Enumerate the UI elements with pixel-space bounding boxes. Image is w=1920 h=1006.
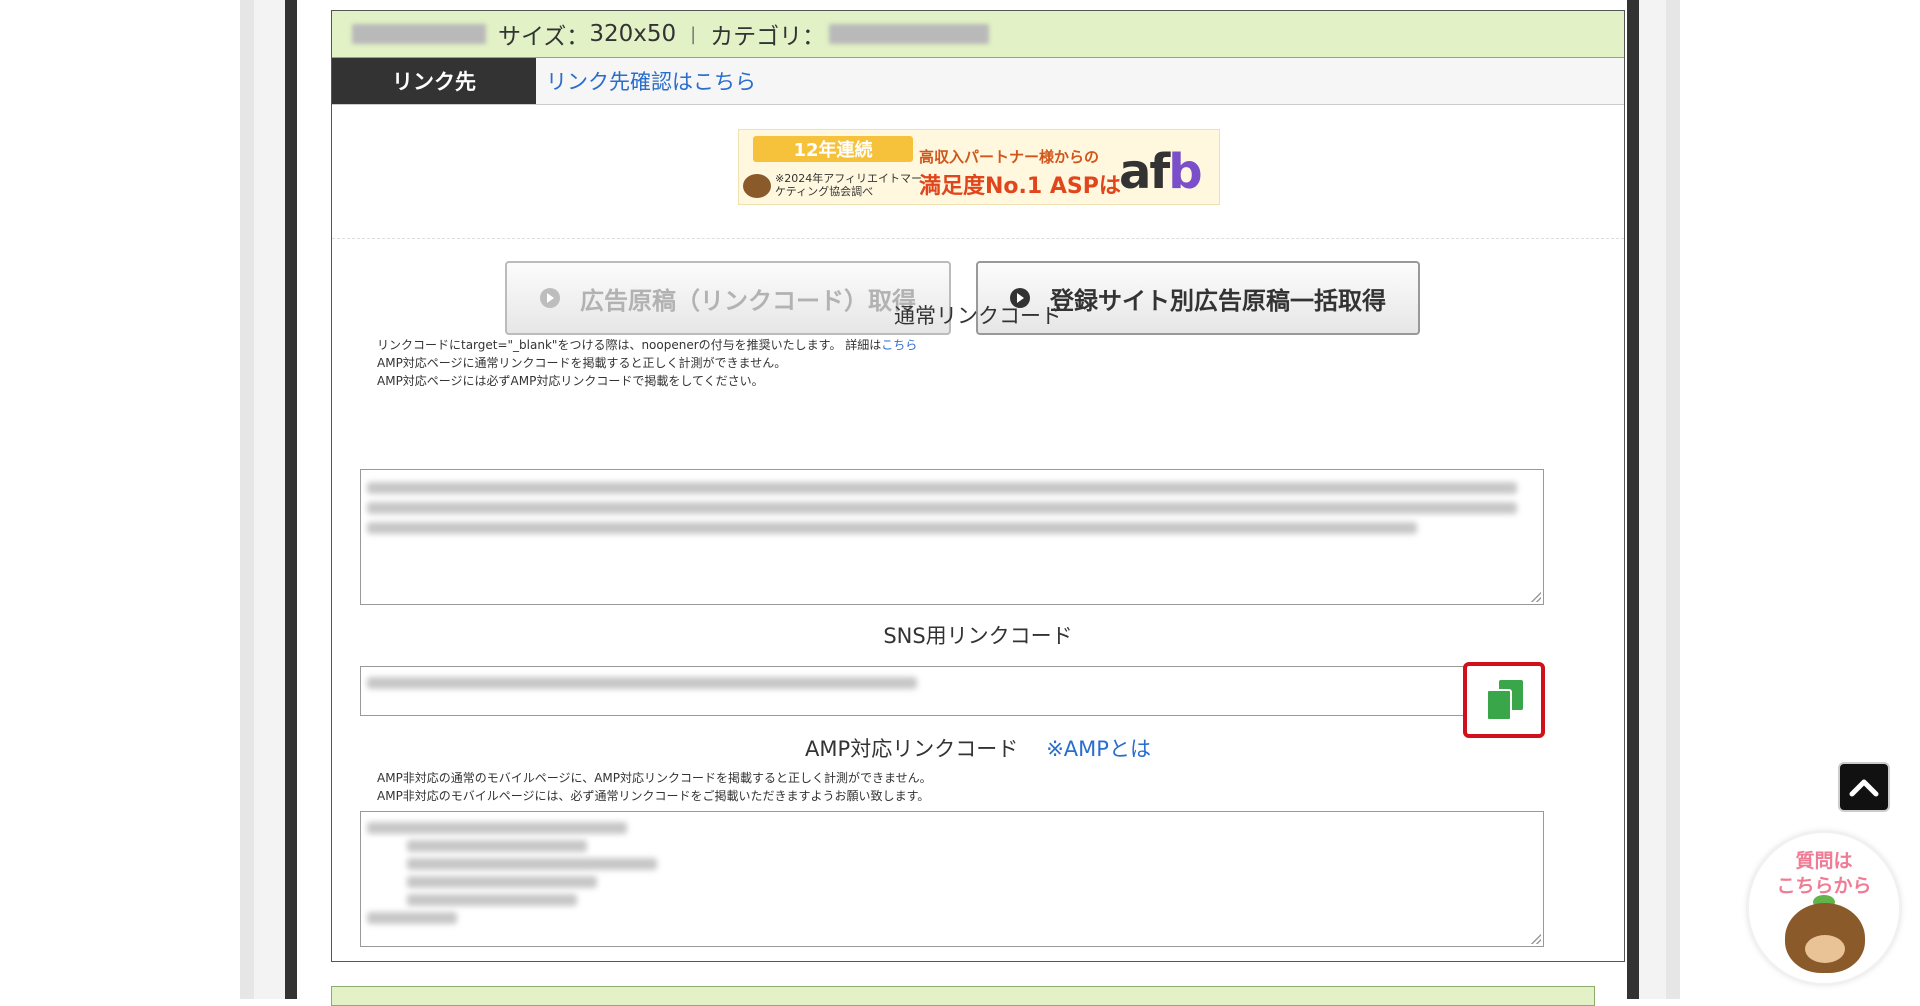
noopener-detail-link[interactable]: こちら [881,338,917,352]
link-destination-check-link[interactable]: リンク先確認はこちら [536,58,1624,104]
scroll-to-top-button[interactable] [1838,762,1890,812]
amp-link-code-textarea[interactable] [360,811,1544,947]
amp-nonsupport-note-2: AMP非対応のモバイルページには、必ず通常リンクコードをご掲載いただきますようお… [377,789,930,803]
resize-handle[interactable] [1531,592,1541,602]
help-question-badge[interactable]: 質問は こちらから [1746,830,1902,986]
page-gutter-left [240,0,254,999]
resize-handle[interactable] [1531,934,1541,944]
header-separator: | [690,23,697,45]
afb-logo: afb [1119,144,1203,200]
banner-badge: 12年連続 [753,136,913,162]
category-redacted [829,24,990,44]
amp-instruction-note: AMP対応ページには必ずAMP対応リンクコードで掲載をしてください。 [377,374,764,388]
amp-warning-note: AMP対応ページに通常リンクコードを掲載すると正しく計測ができません。 [377,356,787,370]
normal-link-title: 通常リンクコード [894,304,1062,328]
help-line-1: 質問は [1795,850,1853,872]
sns-link-code-field[interactable] [360,666,1480,716]
banner-headline-2: 満足度No.1 ASPは [919,174,1121,199]
ad-detail-card: サイズ： 320x50 | カテゴリ： リンク先 リンク先確認はこちら 12年連… [331,10,1625,962]
bear-mascot-icon [743,174,771,198]
copy-sns-link-button[interactable] [1463,662,1545,738]
ad-banner-image: 12年連続 ※2024年アフィリエイトマーケティング協会調べ 高収入パートナー様… [738,129,1220,205]
next-ad-card-header [331,986,1595,1006]
amp-nonsupport-note-1: AMP非対応の通常のモバイルページに、AMP対応リンクコードを掲載すると正しく計… [377,771,932,785]
link-destination-row: リンク先 リンク先確認はこちら [332,58,1624,105]
amp-link-title: AMP対応リンクコード [805,737,1019,761]
bear-mascot-icon [1785,903,1865,973]
ad-card-header: サイズ： 320x50 | カテゴリ： [332,11,1624,58]
normal-link-section: 通常リンクコード リンクコードにtarget="_blank"をつける際は、no… [332,300,1624,390]
page-gutter-right [1666,0,1680,999]
banner-subtext: ※2024年アフィリエイトマーケティング協会調べ [775,172,922,198]
normal-link-code-textarea[interactable] [360,469,1544,605]
category-label: カテゴリ： [710,24,826,50]
size-label: サイズ： [498,24,590,50]
copy-icon [1486,680,1523,721]
size-value: 320x50 [589,21,677,47]
about-amp-link[interactable]: ※AMPとは [1046,737,1151,761]
sns-link-title: SNS用リンクコード [883,624,1073,648]
banner-preview-area: 12年連続 ※2024年アフィリエイトマーケティング協会調べ 高収入パートナー様… [332,105,1624,239]
amp-link-section: AMP対応リンクコード ※AMPとは AMP非対応の通常のモバイルページに、AMP… [332,733,1624,805]
link-destination-label: リンク先 [332,58,536,104]
banner-headline-1: 高収入パートナー様からの [919,148,1100,166]
noopener-note: リンクコードにtarget="_blank"をつける際は、noopenerの付与… [377,338,918,352]
ad-id-redacted [352,24,486,44]
chevron-up-icon [1849,779,1879,797]
